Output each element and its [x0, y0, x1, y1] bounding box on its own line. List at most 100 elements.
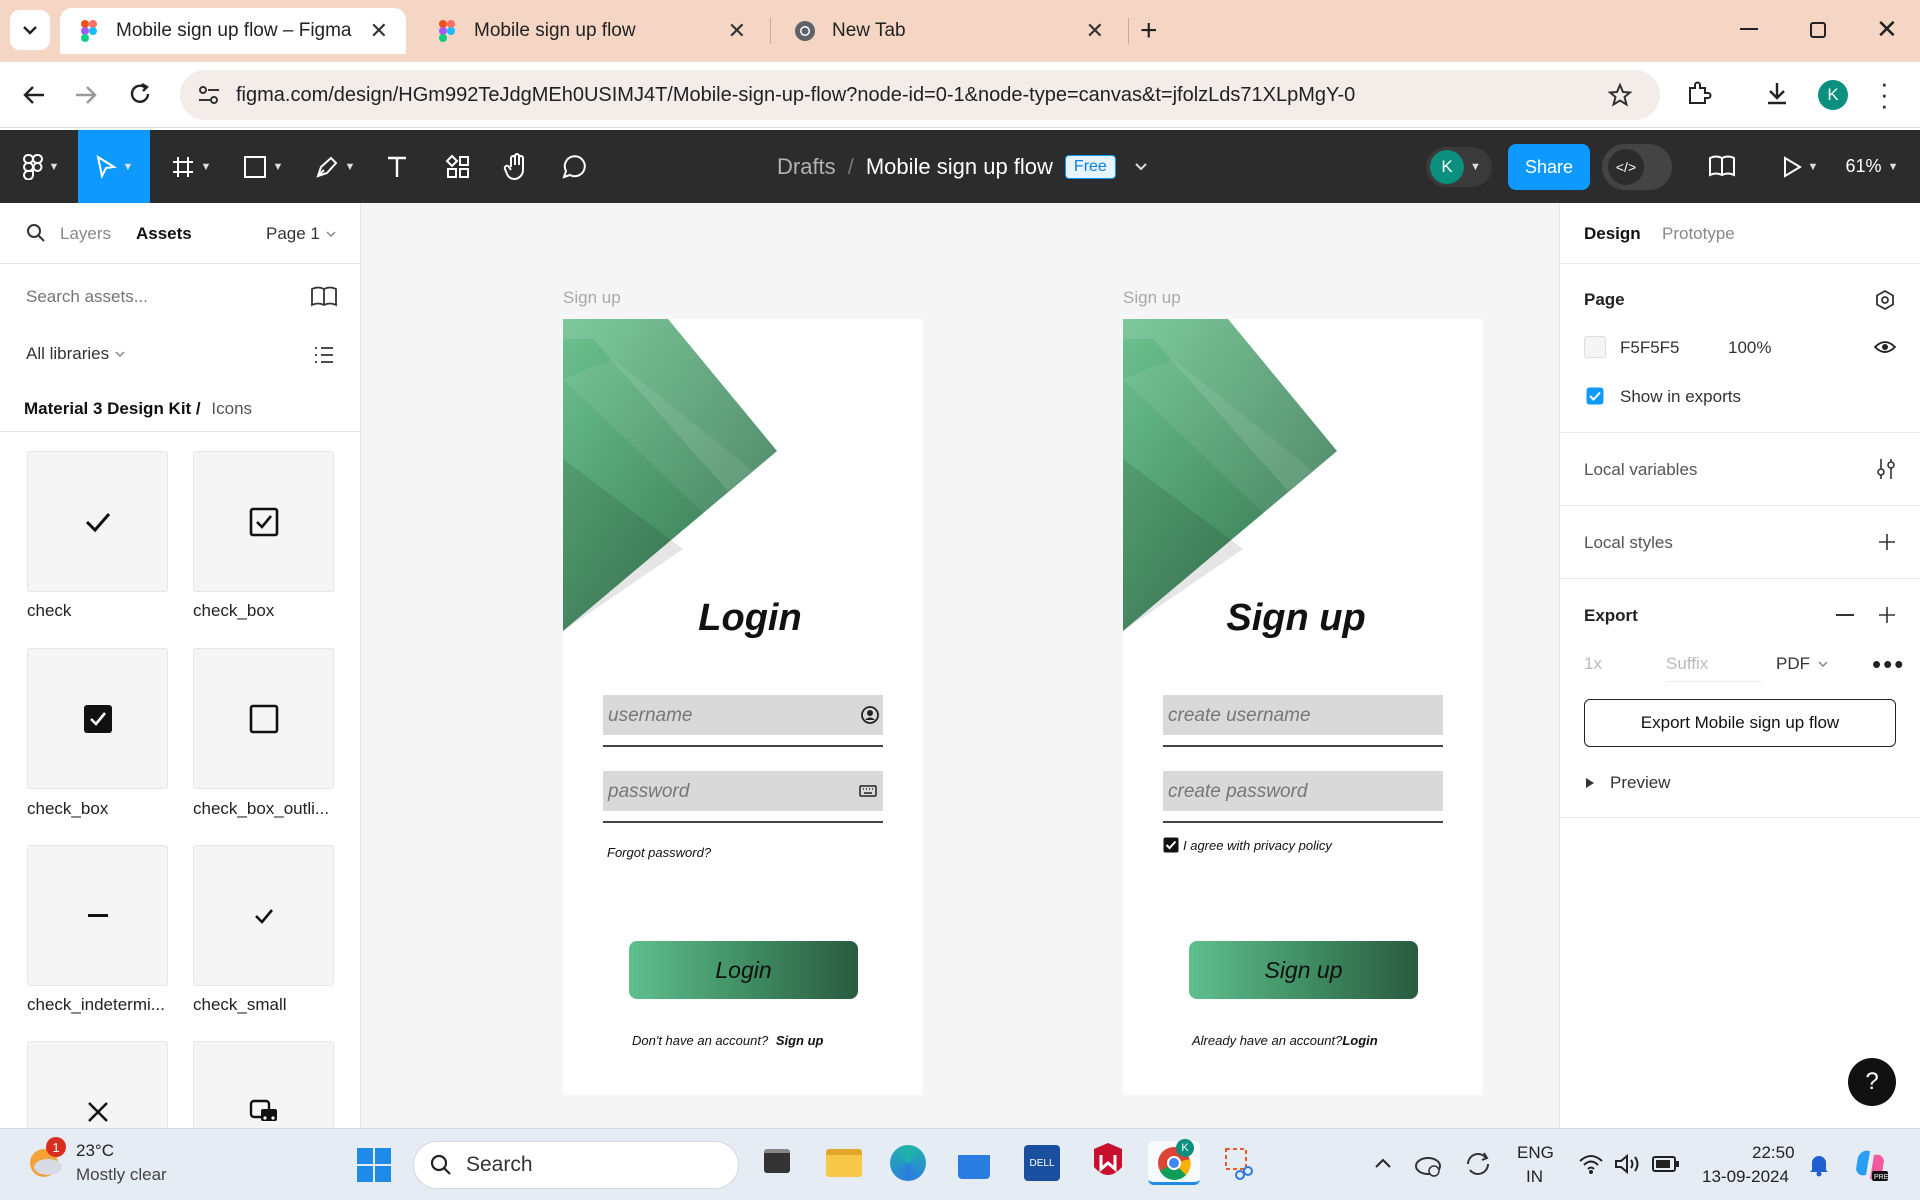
present-button[interactable]: ▼	[1770, 130, 1830, 203]
local-variables-label[interactable]: Local variables	[1584, 460, 1697, 480]
library-name[interactable]: Material 3 Design Kit /	[24, 399, 201, 418]
chrome-app-icon[interactable]: K	[1148, 1139, 1200, 1185]
breadcrumb-drafts[interactable]: Drafts	[777, 154, 836, 180]
chevron-up-icon[interactable]	[1374, 1157, 1392, 1169]
tab-new-tab[interactable]: New Tab ✕	[776, 8, 1122, 54]
extensions-icon[interactable]	[1686, 80, 1712, 106]
signup-link[interactable]: Sign up	[776, 1033, 824, 1048]
chevron-down-icon[interactable]	[1134, 162, 1148, 172]
sync-icon[interactable]	[1464, 1151, 1492, 1177]
search-icon[interactable]	[26, 223, 46, 243]
asset-check-box-outline[interactable]	[193, 648, 334, 789]
page-color-swatch[interactable]	[1584, 336, 1606, 358]
frame-label[interactable]: Sign up	[1123, 288, 1181, 308]
reload-icon[interactable]	[128, 82, 152, 106]
checkbox-checked-icon[interactable]	[1586, 387, 1604, 405]
page-selector[interactable]: Page 1	[266, 224, 336, 244]
resources-tool[interactable]	[434, 130, 482, 203]
address-omnibox[interactable]: figma.com/design/HGm992TeJdgMEh0USIMJ4T/…	[180, 70, 1660, 120]
snipping-tool-icon[interactable]	[1218, 1141, 1262, 1185]
export-button[interactable]: Export Mobile sign up flow	[1584, 699, 1896, 747]
plan-badge[interactable]: Free	[1064, 154, 1116, 179]
clock-date[interactable]: 13-09-2024	[1702, 1167, 1789, 1187]
tab-list-button[interactable]	[10, 10, 50, 50]
main-menu-button[interactable]: ▼	[8, 130, 74, 203]
page-opacity-value[interactable]: 100%	[1728, 338, 1771, 358]
signup-button[interactable]: Sign up	[1189, 941, 1418, 999]
taskbar-search-box[interactable]: Search	[413, 1141, 739, 1189]
frame-label[interactable]: Sign up	[563, 288, 621, 308]
close-window-button[interactable]: ✕	[1876, 14, 1898, 45]
page-settings-icon[interactable]	[1874, 289, 1896, 311]
design-canvas[interactable]: Sign up Login username password Forgot p…	[361, 203, 1559, 1128]
copilot-icon[interactable]: PRE	[1852, 1147, 1888, 1183]
tab-assets[interactable]: Assets	[136, 224, 192, 244]
restore-button[interactable]	[1810, 22, 1826, 38]
password-field[interactable]: password	[603, 771, 883, 811]
list-view-icon[interactable]	[314, 346, 334, 364]
new-tab-button[interactable]: +	[1140, 14, 1158, 48]
language-line1[interactable]: ENG	[1517, 1143, 1554, 1163]
add-style-icon[interactable]	[1878, 533, 1896, 551]
weather-temperature[interactable]: 23°C	[76, 1141, 114, 1161]
asset-check-small[interactable]	[193, 845, 334, 986]
close-icon[interactable]: ✕	[728, 18, 746, 44]
help-button[interactable]: ?	[1848, 1058, 1896, 1106]
notification-bell-icon[interactable]	[1808, 1153, 1830, 1177]
profile-avatar[interactable]: K	[1818, 80, 1848, 110]
hand-tool[interactable]	[492, 130, 540, 203]
login-button[interactable]: Login	[629, 941, 858, 999]
library-book-icon[interactable]	[1708, 154, 1736, 178]
asset-check[interactable]	[27, 451, 168, 592]
file-explorer-icon[interactable]	[822, 1141, 866, 1185]
forward-arrow-icon[interactable]	[74, 84, 98, 106]
login-link[interactable]: Login	[1342, 1033, 1377, 1048]
battery-icon[interactable]	[1652, 1155, 1680, 1173]
show-in-exports-label[interactable]: Show in exports	[1620, 387, 1741, 407]
comment-tool[interactable]	[550, 130, 598, 203]
asset-check-indeterminate[interactable]	[27, 845, 168, 986]
add-export-icon[interactable]	[1878, 606, 1896, 624]
forgot-password-link[interactable]: Forgot password?	[607, 845, 711, 860]
weather-description[interactable]: Mostly clear	[76, 1165, 167, 1185]
windows-start-icon[interactable]	[356, 1147, 392, 1183]
bookmark-star-icon[interactable]	[1608, 83, 1632, 107]
file-name[interactable]: Mobile sign up flow	[866, 154, 1053, 180]
tab-figma-active[interactable]: Mobile sign up flow – Figma ✕	[60, 8, 406, 54]
tab-figma-second[interactable]: Mobile sign up flow ✕	[418, 8, 764, 54]
remove-export-icon[interactable]	[1836, 614, 1854, 616]
site-settings-icon[interactable]	[198, 85, 220, 105]
browser-menu-button[interactable]: · · ·	[1880, 70, 1889, 118]
minimize-button[interactable]	[1740, 28, 1758, 30]
volume-icon[interactable]	[1614, 1153, 1642, 1175]
page-color-value[interactable]: F5F5F5	[1620, 338, 1680, 358]
library-book-icon[interactable]	[310, 285, 338, 307]
login-frame[interactable]: Login username password Forgot password?…	[563, 319, 923, 1095]
preview-toggle[interactable]: Preview	[1586, 773, 1670, 793]
create-username-field[interactable]: create username	[1163, 695, 1443, 735]
asset-close[interactable]	[27, 1041, 168, 1128]
shape-tool[interactable]: ▼	[232, 130, 294, 203]
tab-prototype[interactable]: Prototype	[1662, 224, 1735, 244]
tab-layers[interactable]: Layers	[60, 224, 111, 244]
text-tool[interactable]	[376, 130, 418, 203]
signup-frame[interactable]: Sign up create username create password …	[1123, 319, 1483, 1095]
weather-widget-icon[interactable]: 1	[26, 1137, 66, 1181]
asset-check-box[interactable]	[193, 451, 334, 592]
pen-tool[interactable]: ▼	[304, 130, 366, 203]
task-view-icon[interactable]	[756, 1141, 800, 1185]
wifi-icon[interactable]	[1578, 1153, 1604, 1175]
more-options-icon[interactable]: •••	[1872, 651, 1905, 677]
tab-design[interactable]: Design	[1584, 224, 1641, 244]
create-password-field[interactable]: create password	[1163, 771, 1443, 811]
language-line2[interactable]: IN	[1526, 1167, 1543, 1187]
share-button[interactable]: Share	[1508, 144, 1590, 190]
microsoft-store-icon[interactable]	[952, 1141, 996, 1185]
export-format-select[interactable]: PDF	[1776, 654, 1828, 674]
asset-commute[interactable]	[193, 1041, 334, 1128]
close-icon[interactable]: ✕	[370, 18, 388, 44]
multiplayer-avatar[interactable]: K ▼	[1426, 147, 1492, 187]
clock-time[interactable]: 22:50	[1752, 1143, 1795, 1163]
username-field[interactable]: username	[603, 695, 883, 735]
export-suffix-field[interactable]: Suffix	[1666, 644, 1762, 682]
